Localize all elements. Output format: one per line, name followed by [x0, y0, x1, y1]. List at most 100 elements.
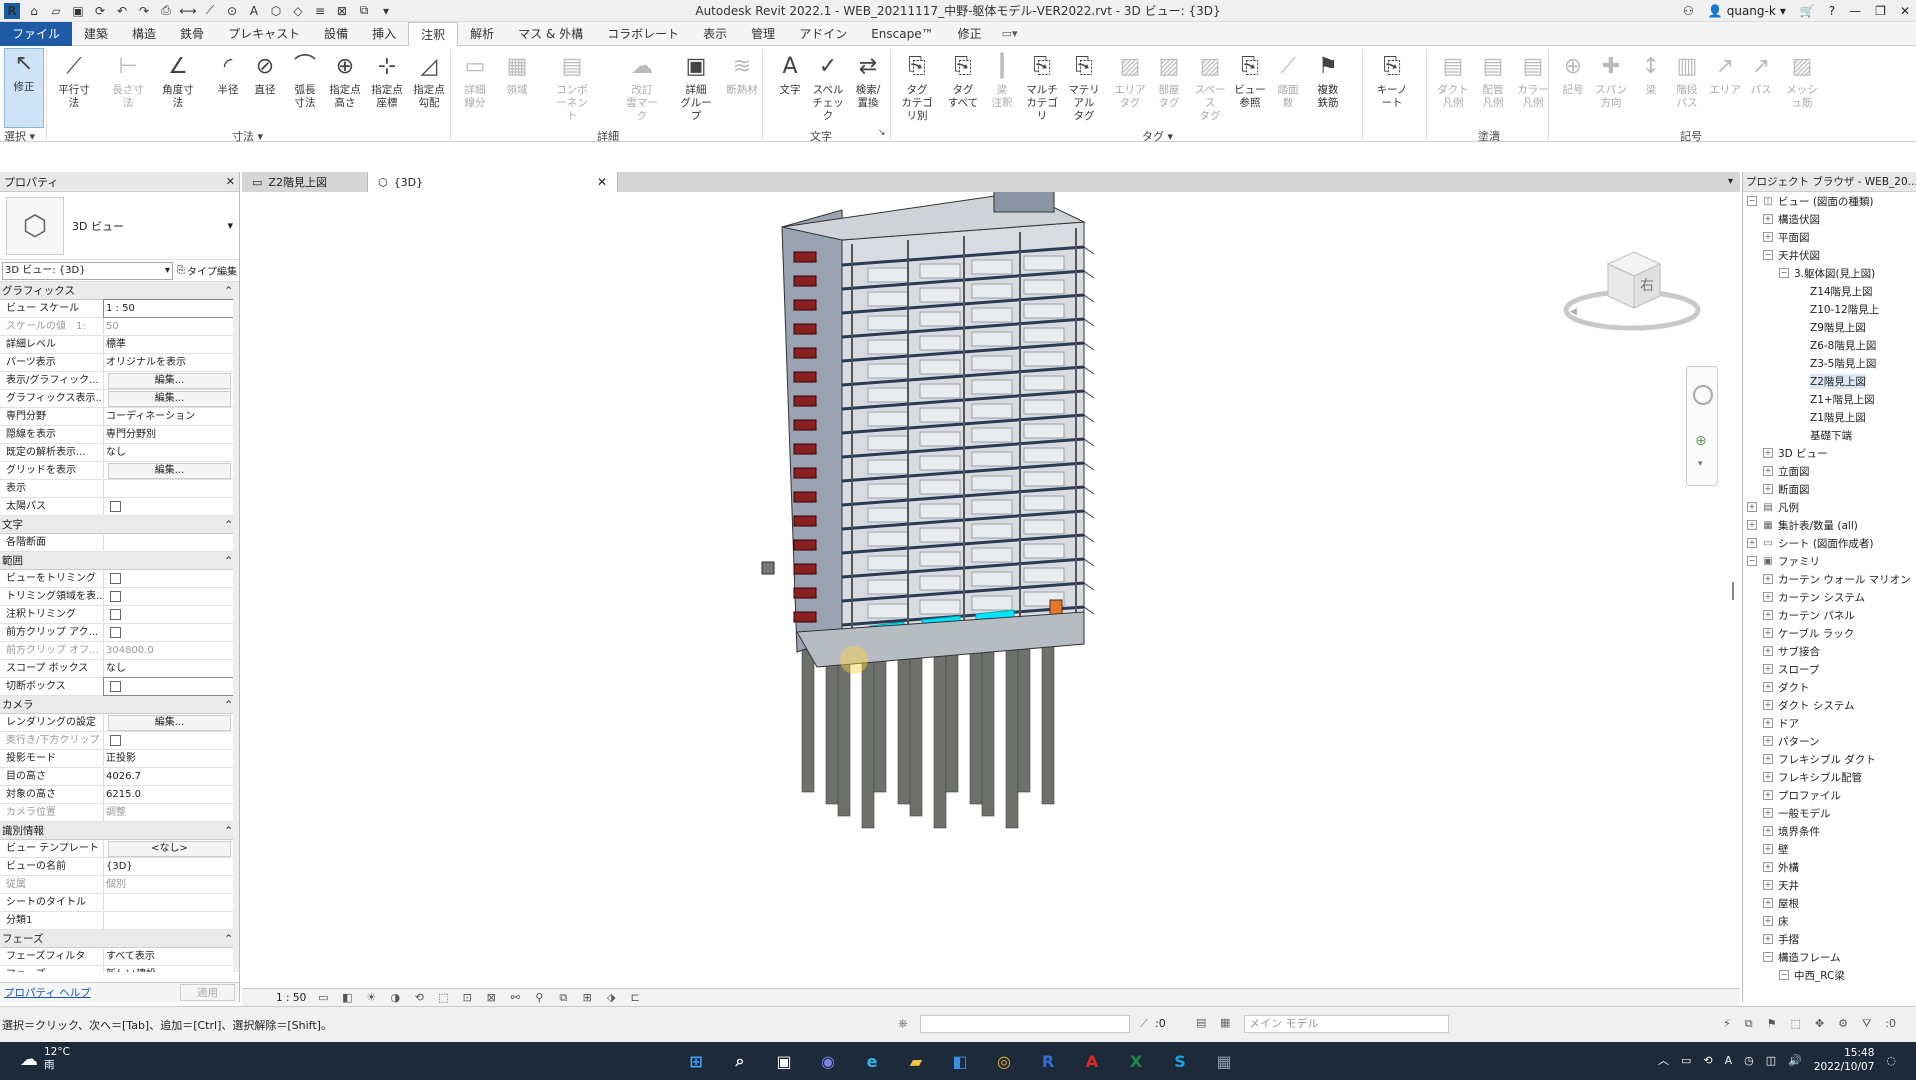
- expand-icon[interactable]: +: [1763, 664, 1773, 674]
- cart-icon[interactable]: 🛒: [1800, 4, 1815, 18]
- property-value[interactable]: [104, 894, 239, 911]
- expand-icon[interactable]: +: [1763, 880, 1773, 890]
- expand-icon[interactable]: +: [1763, 448, 1773, 458]
- view-tab-0[interactable]: ▭ Z2階見上図: [242, 172, 368, 192]
- property-category[interactable]: カメラ ⌃: [0, 696, 239, 714]
- ribbon-button-0[interactable]: ↖ 修正: [4, 48, 44, 128]
- temporary-hide-icon[interactable]: ⚯: [508, 991, 522, 1005]
- ribbon-button-29[interactable]: ⚑ 複数 鉄筋: [1308, 52, 1348, 110]
- ribbon-button-1[interactable]: ⟋ 平行寸法: [54, 52, 94, 110]
- tab-0[interactable]: 建築: [72, 22, 120, 46]
- canvas-scroll-handle[interactable]: [1732, 582, 1734, 600]
- ribbon-button-36[interactable]: ↕ 梁: [1631, 52, 1671, 97]
- property-edit-button[interactable]: 編集...: [108, 463, 231, 479]
- ribbon-button-34[interactable]: ⊕ 記号: [1553, 52, 1593, 97]
- drawing-canvas[interactable]: 右 ◀ ⊕ ▾: [242, 192, 1740, 988]
- expand-icon[interactable]: +: [1763, 862, 1773, 872]
- sync-icon[interactable]: ⟳: [92, 3, 108, 19]
- browser-node[interactable]: + サブ接合: [1743, 642, 1916, 660]
- ribbon-button-9[interactable]: ◿ 指定点 勾配: [409, 52, 449, 110]
- browser-node[interactable]: Z1+階見上図: [1743, 390, 1916, 408]
- select-links-icon[interactable]: ⚡: [1723, 1017, 1731, 1031]
- context-switch-icon[interactable]: ▭▾: [1002, 27, 1018, 40]
- tab-3[interactable]: プレキャスト: [216, 22, 312, 46]
- design-option-select[interactable]: メイン モデル: [1244, 1015, 1449, 1033]
- property-value[interactable]: 正投影: [104, 750, 239, 767]
- collapse-icon[interactable]: −: [1763, 250, 1773, 260]
- browser-node[interactable]: Z10-12階見上: [1743, 300, 1916, 318]
- browser-node[interactable]: Z6-8階見上図: [1743, 336, 1916, 354]
- close-icon[interactable]: ✕: [597, 175, 607, 189]
- browser-node[interactable]: + 平面図: [1743, 228, 1916, 246]
- excel-icon[interactable]: X: [1120, 1045, 1152, 1077]
- search-icon[interactable]: ⌕: [724, 1045, 756, 1077]
- ribbon-button-14[interactable]: ▣ 詳細 グループ: [676, 52, 716, 123]
- expand-icon[interactable]: +: [1763, 916, 1773, 926]
- browser-node[interactable]: + パターン: [1743, 732, 1916, 750]
- wifi-icon[interactable]: ◫: [1766, 1054, 1776, 1067]
- network-icon[interactable]: ⟲: [1703, 1054, 1712, 1067]
- property-edit-button[interactable]: <なし>: [108, 841, 231, 857]
- ribbon-button-5[interactable]: ⊘ 直径: [245, 52, 285, 97]
- browser-node[interactable]: − 中西_RC梁: [1743, 966, 1916, 984]
- ribbon-button-17[interactable]: ✓ スペル チェック: [808, 52, 848, 123]
- ribbon-button-11[interactable]: ▦ 領域: [497, 52, 537, 97]
- browser-node[interactable]: + スロープ: [1743, 660, 1916, 678]
- select-underlay-icon[interactable]: ⧉: [1745, 1017, 1753, 1031]
- browser-node[interactable]: + ▤ 凡例: [1743, 498, 1916, 516]
- binoculars-icon[interactable]: ⚇: [1683, 4, 1694, 18]
- property-value[interactable]: [104, 570, 239, 587]
- property-checkbox[interactable]: [110, 573, 121, 584]
- taskview-icon[interactable]: ▣: [768, 1045, 800, 1077]
- reveal-hidden-icon[interactable]: ⚲: [532, 991, 546, 1005]
- browser-node[interactable]: + 天井: [1743, 876, 1916, 894]
- text-icon[interactable]: A: [246, 3, 262, 19]
- chevron-up-icon[interactable]: ︿: [1658, 1052, 1669, 1068]
- notification-icon[interactable]: ◌: [1886, 1054, 1896, 1067]
- property-value[interactable]: 6215.0: [104, 786, 239, 803]
- display-icon[interactable]: ▭: [1681, 1054, 1691, 1067]
- design-option-icon[interactable]: ▦: [1220, 1016, 1230, 1029]
- restore-button[interactable]: ❐: [1875, 4, 1886, 18]
- ribbon-button-28[interactable]: ⟋ 踏面 数: [1268, 52, 1308, 110]
- property-value[interactable]: [104, 912, 239, 929]
- browser-node[interactable]: + ダクト: [1743, 678, 1916, 696]
- property-value[interactable]: 編集...: [104, 372, 239, 389]
- close-icon[interactable]: ✕: [226, 175, 235, 188]
- property-value[interactable]: 編集...: [104, 390, 239, 407]
- ribbon-button-8[interactable]: ⊹ 指定点 座標: [367, 52, 407, 110]
- ribbon-button-32[interactable]: ▤ 配管 凡例: [1473, 52, 1513, 110]
- constraints-icon[interactable]: ⊏: [628, 991, 642, 1005]
- property-value[interactable]: なし: [104, 444, 239, 461]
- expand-icon[interactable]: +: [1763, 466, 1773, 476]
- ribbon-button-26[interactable]: ▨ スペース タグ: [1190, 52, 1230, 123]
- expand-icon[interactable]: +: [1763, 484, 1773, 494]
- expand-icon[interactable]: +: [1763, 700, 1773, 710]
- ribbon-button-40[interactable]: ▨ メッシュ筋: [1782, 52, 1822, 110]
- sun-path-icon[interactable]: ☀: [364, 991, 378, 1005]
- browser-node[interactable]: + カーテン パネル: [1743, 606, 1916, 624]
- tab-14[interactable]: 修正: [946, 22, 994, 46]
- property-value[interactable]: すべて表示: [104, 948, 239, 965]
- property-value[interactable]: コーディネーション: [104, 408, 239, 425]
- browser-node[interactable]: + カーテン ウォール マリオン: [1743, 570, 1916, 588]
- switch-windows-icon[interactable]: ⧉: [356, 3, 372, 19]
- browser-node[interactable]: + 立面図: [1743, 462, 1916, 480]
- ribbon-button-27[interactable]: ⎘ ビュー 参照: [1230, 52, 1270, 110]
- tab-list-chevron-icon[interactable]: ▾: [1728, 176, 1733, 187]
- property-value[interactable]: [104, 534, 239, 551]
- ime-icon[interactable]: A: [1725, 1054, 1733, 1067]
- tab-file[interactable]: ファイル: [0, 21, 73, 46]
- editable-only-icon[interactable]: ▤: [1196, 1016, 1206, 1029]
- property-value[interactable]: [104, 624, 239, 641]
- property-value[interactable]: 標準: [104, 336, 239, 353]
- ribbon-button-31[interactable]: ▤ ダクト 凡例: [1433, 52, 1473, 110]
- start-icon[interactable]: ⊞: [680, 1045, 712, 1077]
- browser-node[interactable]: − ▣ ファミリ: [1743, 552, 1916, 570]
- steering-wheel-icon[interactable]: [1693, 385, 1713, 405]
- ribbon-button-18[interactable]: ⇄ 検索/ 置換: [848, 52, 888, 110]
- ribbon-button-10[interactable]: ▭ 詳細 線分: [455, 52, 495, 110]
- ribbon-button-19[interactable]: ⎘ タグ カテゴリ別: [897, 52, 937, 123]
- ribbon-button-13[interactable]: ☁ 改訂 雲マーク: [622, 52, 662, 123]
- ribbon-button-20[interactable]: ⎘ タグ すべて: [943, 52, 983, 110]
